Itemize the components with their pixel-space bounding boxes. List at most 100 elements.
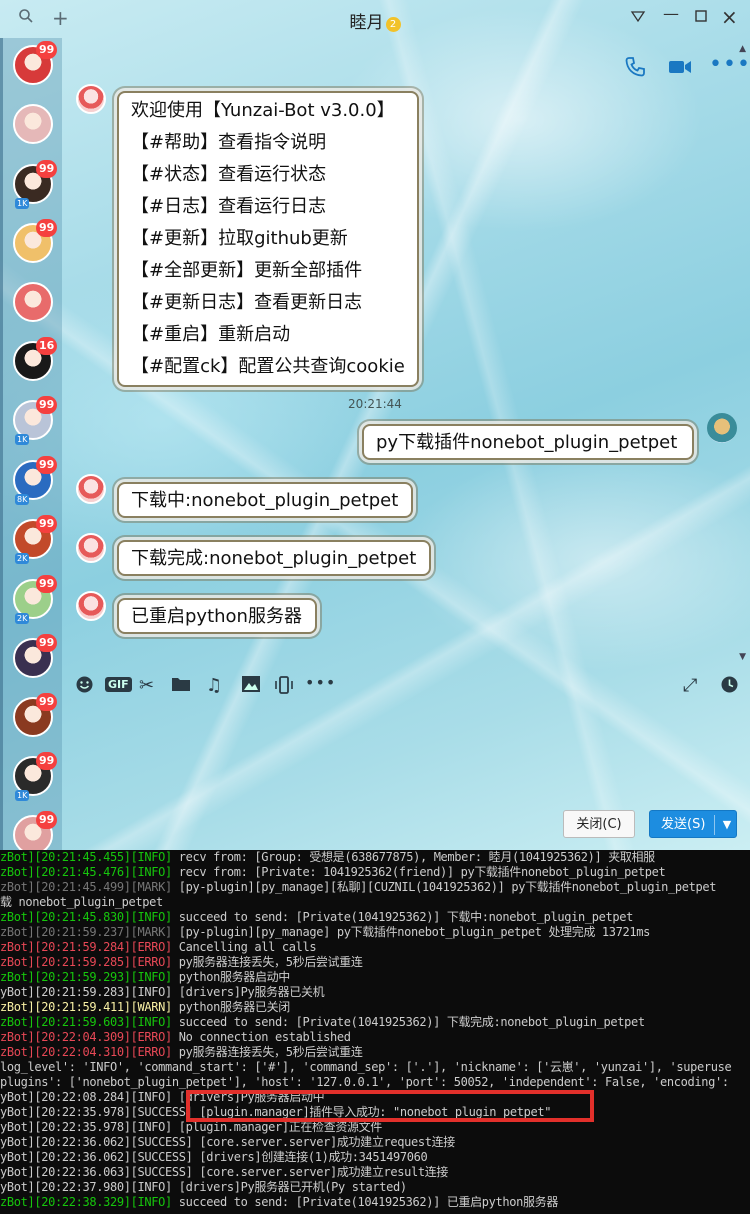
log-line: zBot][20:21:59.284][ERRO] Cancelling all… xyxy=(0,940,317,955)
send-button[interactable]: 发送(S) ▼ xyxy=(649,810,737,838)
close-button[interactable]: 关闭(C) xyxy=(563,810,635,838)
level-badge: 1K xyxy=(15,434,30,445)
menu-line: 欢迎使用【Yunzai-Bot v3.0.0】 xyxy=(131,100,395,121)
folder-icon[interactable] xyxy=(171,675,191,698)
log-message: [drivers]创建连接(1)成功:3451497060 xyxy=(192,1150,428,1164)
log-prefix: yBot][20:22:35.978][INFO] xyxy=(0,1120,172,1134)
log-line: zBot][20:21:59.293][INFO] python服务器启动中 xyxy=(0,970,290,985)
log-line: yBot][20:21:59.283][INFO] [drivers]Py服务器… xyxy=(0,985,325,1000)
log-line: zBot][20:21:59.237][MARK] [py-plugin][py… xyxy=(0,925,650,940)
log-line: yBot][20:22:36.063][SUCCESS] [core.serve… xyxy=(0,1165,448,1180)
phone-icon[interactable] xyxy=(624,56,646,83)
more-icon[interactable]: ••• xyxy=(709,52,750,77)
maximize-icon[interactable] xyxy=(694,8,708,27)
level-badge: 1K xyxy=(15,198,30,209)
recent-contacts-sidebar: 99 99 1K 99 16 99 1K 99 8K 99 2K 99 2K 99 99 99 1K 99 xyxy=(0,38,62,850)
log-prefix: yBot][20:22:37.980][INFO] xyxy=(0,1180,172,1194)
menu-line: 【#状态】查看运行状态 xyxy=(131,164,327,185)
unread-count-badge: 99 xyxy=(36,752,58,770)
unread-count-badge: 99 xyxy=(36,811,58,829)
log-message: Cancelling all calls xyxy=(171,940,317,954)
log-line: zBot][20:21:45.499][MARK] [py-plugin][py… xyxy=(0,880,716,895)
contact-avatar[interactable] xyxy=(13,104,53,144)
log-line: zBot][20:22:38.329][INFO] succeed to sen… xyxy=(0,1195,558,1210)
log-prefix: zBot][20:21:59.411][WARN] xyxy=(0,1000,172,1014)
log-prefix: zBot][20:21:59.285][ERRO] xyxy=(0,955,172,969)
level-badge: 1K xyxy=(15,790,30,801)
log-message: succeed to send: [Private(1041925362)] 已… xyxy=(171,1195,559,1209)
send-options-chevron-icon[interactable]: ▼ xyxy=(718,811,736,839)
gif-icon[interactable]: GIF xyxy=(105,677,132,692)
bot-avatar[interactable] xyxy=(76,533,106,563)
unread-count-badge: 99 xyxy=(36,160,58,178)
log-line: zBot][20:22:04.310][ERRO] py服务器连接丢失，5秒后尝… xyxy=(0,1045,363,1060)
help-menu-bubble: 欢迎使用【Yunzai-Bot v3.0.0】 【#帮助】查看指令说明 【#状态】查… xyxy=(117,91,419,387)
log-prefix: yBot][20:22:35.978][SUCCESS] xyxy=(0,1105,193,1119)
scroll-up-arrow[interactable]: ▲ xyxy=(739,44,746,54)
log-message: log_level': 'INFO', 'command_start': ['#… xyxy=(0,1060,732,1074)
log-line: zBot][20:21:59.411][WARN] python服务器已关闭 xyxy=(0,1000,290,1015)
log-prefix: zBot][20:21:59.603][INFO] xyxy=(0,1015,172,1029)
scissors-icon[interactable]: ✂ xyxy=(139,675,154,696)
log-line: yBot][20:22:35.978][INFO] [plugin.manage… xyxy=(0,1120,382,1135)
log-prefix: zBot][20:22:04.310][ERRO] xyxy=(0,1045,172,1059)
music-icon[interactable]: ♫ xyxy=(206,675,222,696)
reply-bubble: 已重启python服务器 xyxy=(117,598,317,634)
log-prefix: zBot][20:21:45.455][INFO] xyxy=(0,850,172,864)
unread-count-badge: 99 xyxy=(36,634,58,652)
log-message: No connection established xyxy=(171,1030,351,1044)
my-message-bubble: py下载插件nonebot_plugin_petpet xyxy=(362,424,694,460)
log-message: [core.server.server]成功建立request连接 xyxy=(192,1135,455,1149)
close-icon[interactable]: × xyxy=(721,5,738,29)
input-toolbar: GIF ✂ ♫ ••• ⤢ xyxy=(75,673,745,700)
image-icon[interactable] xyxy=(241,675,261,698)
log-message: [drivers]Py服务器已关机 xyxy=(171,985,325,999)
minimize-icon[interactable]: — xyxy=(663,4,679,23)
skin-icon[interactable] xyxy=(630,8,646,28)
reply-bubble: 下载完成:nonebot_plugin_petpet xyxy=(117,540,431,576)
unread-count-badge: 99 xyxy=(36,515,58,533)
log-line: zBot][20:21:59.603][INFO] succeed to sen… xyxy=(0,1015,645,1030)
log-line: zBot][20:21:45.455][INFO] recv from: [Gr… xyxy=(0,850,655,865)
log-line: zBot][20:21:59.285][ERRO] py服务器连接丢失，5秒后尝… xyxy=(0,955,363,970)
send-button-separator xyxy=(714,815,715,835)
vip-badge: 2 xyxy=(385,17,401,32)
log-message: [plugin.manager]正在检查资源文件 xyxy=(171,1120,383,1134)
log-prefix: yBot][20:22:36.062][SUCCESS] xyxy=(0,1150,193,1164)
scroll-down-arrow[interactable]: ▼ xyxy=(739,652,746,662)
bot-avatar[interactable] xyxy=(76,591,106,621)
expand-icon[interactable]: ⤢ xyxy=(683,675,697,696)
unread-count-badge: 99 xyxy=(36,456,58,474)
log-line: log_level': 'INFO', 'command_start': ['#… xyxy=(0,1060,732,1075)
log-line: 载 nonebot_plugin_petpet xyxy=(0,895,163,910)
menu-line: 【#更新日志】查看更新日志 xyxy=(131,292,363,313)
level-badge: 2K xyxy=(15,613,30,624)
unread-count-badge: 99 xyxy=(36,219,58,237)
log-prefix: zBot][20:21:45.499][MARK] xyxy=(0,880,172,894)
menu-line: 【#更新】拉取github更新 xyxy=(131,228,348,249)
contact-avatar[interactable] xyxy=(13,282,53,322)
shake-icon[interactable] xyxy=(274,675,294,700)
log-prefix: zBot][20:21:45.830][INFO] xyxy=(0,910,172,924)
message-time: 20:21:44 xyxy=(348,397,402,411)
log-prefix: zBot][20:21:45.476][INFO] xyxy=(0,865,172,879)
video-icon[interactable] xyxy=(668,56,692,83)
log-prefix: yBot][20:22:08.284][INFO] xyxy=(0,1090,172,1104)
console-log: zBot][20:21:45.455][INFO] recv from: [Gr… xyxy=(0,850,750,1214)
log-message: plugins': ['nonebot_plugin_petpet'], 'ho… xyxy=(0,1075,729,1089)
log-prefix: zBot][20:21:59.284][ERRO] xyxy=(0,940,172,954)
history-icon[interactable] xyxy=(720,675,739,699)
more-tools-icon[interactable]: ••• xyxy=(305,673,336,692)
bot-avatar[interactable] xyxy=(76,474,106,504)
emoji-icon[interactable] xyxy=(75,675,94,699)
log-line: zBot][20:22:04.309][ERRO] No connection … xyxy=(0,1030,351,1045)
log-prefix: zBot][20:22:38.329][INFO] xyxy=(0,1195,172,1209)
log-message: py服务器连接丢失，5秒后尝试重连 xyxy=(171,955,363,969)
my-avatar[interactable] xyxy=(707,413,737,443)
menu-line: 【#日志】查看运行日志 xyxy=(131,196,327,217)
reply-bubble: 下载中:nonebot_plugin_petpet xyxy=(117,482,413,518)
highlight-box xyxy=(186,1090,594,1122)
log-message: recv from: [Private: 1041925362(friend)]… xyxy=(171,865,666,879)
log-message: [drivers]Py服务器已开机(Py started) xyxy=(171,1180,407,1194)
bot-avatar[interactable] xyxy=(76,84,106,114)
